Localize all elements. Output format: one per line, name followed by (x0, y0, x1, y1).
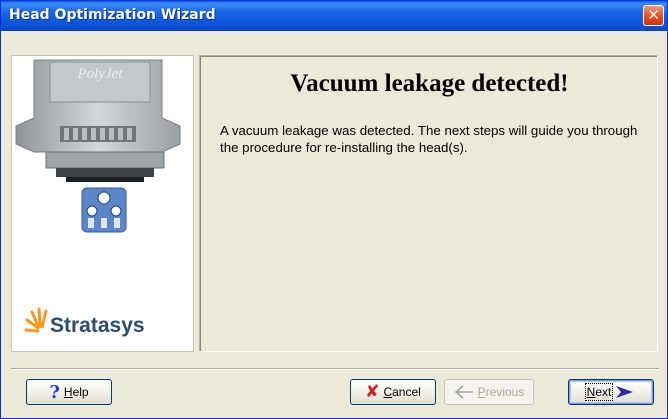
title-bar[interactable]: Head Optimization Wizard ✕ (1, 1, 667, 31)
cancel-button-label: Cancel (383, 385, 421, 399)
arrow-right-icon (616, 386, 634, 398)
content-panel: Vacuum leakage detected! A vacuum leakag… (199, 55, 658, 352)
help-button[interactable]: ? Help (26, 379, 112, 405)
help-icon: ? (49, 381, 60, 403)
help-button-label: Help (63, 385, 89, 399)
message-text: A vacuum leakage was detected. The next … (220, 123, 638, 155)
cancel-button[interactable]: ✘ Cancel (350, 379, 436, 405)
footer-divider (11, 368, 659, 370)
next-button-label: Next (584, 383, 614, 401)
previous-button[interactable]: Previous (444, 379, 534, 405)
wizard-window: Head Optimization Wizard ✕ PolyJet Strat… (0, 0, 668, 419)
close-icon: ✕ (647, 6, 660, 24)
previous-button-label: Previous (477, 385, 525, 399)
page-title: Vacuum leakage detected! (290, 70, 569, 97)
close-button[interactable]: ✕ (643, 5, 664, 26)
cancel-x-icon: ✘ (365, 382, 380, 402)
arrow-left-icon (454, 385, 473, 399)
sidebar-illustration-panel: PolyJet Stratasys (11, 55, 194, 352)
vacuum-gauges-icon (81, 187, 127, 233)
printer-head-illustration: PolyJet Stratasys (12, 56, 193, 351)
window-title: Head Optimization Wizard (9, 7, 216, 23)
brand-text: Stratasys (50, 314, 145, 337)
next-button[interactable]: Next (568, 379, 654, 405)
head-logo-text: PolyJet (77, 66, 124, 82)
